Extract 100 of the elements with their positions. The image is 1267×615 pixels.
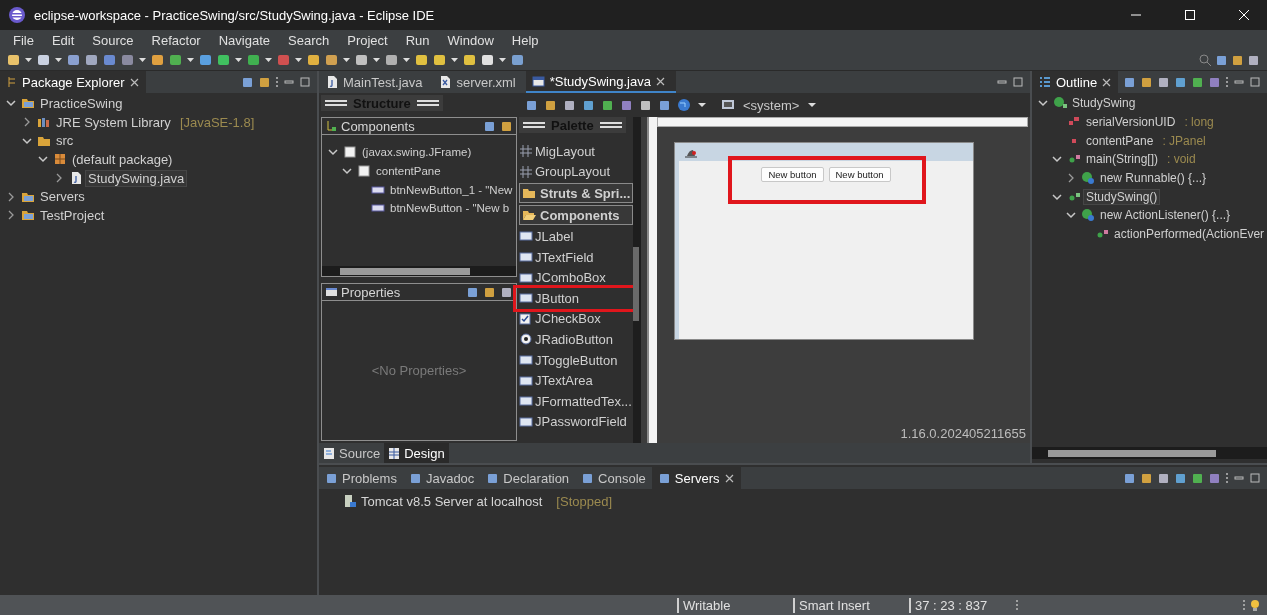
palette-item[interactable]: MigLayout <box>519 141 633 162</box>
view-icon[interactable] <box>408 471 422 485</box>
perspective-icon[interactable] <box>1247 53 1260 67</box>
tree-item[interactable]: TestProject <box>38 207 107 223</box>
designer-toolbar-icon[interactable] <box>658 98 671 112</box>
view-icon[interactable] <box>486 471 500 485</box>
view-toolbar-icon[interactable] <box>258 75 271 89</box>
outline-toolbar-icon[interactable] <box>1208 75 1221 89</box>
designer-toolbar-icon[interactable] <box>620 98 633 112</box>
properties-toolbar-icon[interactable] <box>500 285 513 299</box>
search-icon[interactable] <box>1198 53 1212 67</box>
toolbar-icon[interactable] <box>168 52 183 68</box>
server-name[interactable]: Tomcat v8.5 Server at localhost <box>361 493 543 509</box>
dropdown-caret-icon[interactable] <box>450 55 459 65</box>
toolbar-icon[interactable] <box>66 52 81 68</box>
tree-item[interactable]: src <box>54 133 76 149</box>
toolbar-icon[interactable] <box>6 52 21 68</box>
tree-item[interactable]: contentPane <box>1084 133 1156 148</box>
palette-item[interactable]: JTextArea <box>519 370 633 391</box>
view-tab[interactable]: Outline <box>1032 71 1119 93</box>
dropdown-caret-icon[interactable] <box>138 55 147 65</box>
view-toolbar-icon[interactable] <box>241 75 254 89</box>
toolbar-icon[interactable] <box>462 52 477 68</box>
tree-item[interactable]: StudySwing.java <box>86 170 187 186</box>
properties-toolbar-icon[interactable] <box>483 285 496 299</box>
expand-collapse-icon[interactable] <box>483 119 496 133</box>
close-icon[interactable] <box>128 76 140 88</box>
tree-item[interactable]: new Runnable() {...} <box>1098 171 1209 186</box>
more-icon[interactable] <box>1242 599 1246 611</box>
dropdown-caret-icon[interactable] <box>498 55 507 65</box>
toolbar-icon[interactable] <box>354 52 369 68</box>
perspective-icon[interactable] <box>1231 53 1244 67</box>
close-icon[interactable] <box>1101 76 1113 88</box>
outline-toolbar-icon[interactable] <box>1174 75 1187 89</box>
palette-item[interactable]: JButton <box>519 287 634 309</box>
designer-toolbar-icon[interactable] <box>639 98 652 112</box>
outline-toolbar-icon[interactable] <box>1123 75 1136 89</box>
view-tab[interactable]: Console <box>575 467 652 489</box>
menu-item[interactable]: Search <box>279 32 339 48</box>
dropdown-caret-icon[interactable] <box>24 55 33 65</box>
dropdown-caret-icon[interactable] <box>54 55 63 65</box>
perspective-icon[interactable] <box>1215 53 1228 67</box>
menu-item[interactable]: Project <box>338 32 397 48</box>
dropdown-caret-icon[interactable] <box>294 55 303 65</box>
outline-toolbar-icon[interactable] <box>1140 75 1153 89</box>
jframe-preview[interactable]: New button New button <box>674 142 974 340</box>
designer-toolbar-icon[interactable] <box>582 98 595 112</box>
dropdown-caret-icon[interactable] <box>234 55 243 65</box>
dropdown-caret-icon[interactable] <box>697 100 707 110</box>
view-tab[interactable]: Problems <box>319 467 403 489</box>
designer-toolbar-icon[interactable] <box>525 98 538 112</box>
palette-item[interactable]: JRadioButton <box>519 329 633 350</box>
palette-item[interactable]: GroupLayout <box>519 161 633 183</box>
view-tab[interactable]: Javadoc <box>402 467 481 489</box>
menu-item[interactable]: Window <box>438 32 503 48</box>
more-icon[interactable] <box>275 76 279 88</box>
designer-toolbar-icon[interactable] <box>563 98 576 112</box>
servers-toolbar-icon[interactable] <box>1140 471 1153 485</box>
maximize-icon[interactable] <box>1012 76 1024 88</box>
preview-button[interactable]: New button <box>828 167 891 182</box>
palette-item[interactable]: JCheckBox <box>519 308 633 330</box>
dropdown-caret-icon[interactable] <box>264 55 273 65</box>
palette-item[interactable]: JTextField <box>519 246 633 268</box>
lightbulb-icon[interactable] <box>1249 598 1261 612</box>
toolbar-icon[interactable] <box>480 52 495 68</box>
toolbar-icon[interactable] <box>510 52 525 68</box>
maximize-icon[interactable] <box>299 76 311 88</box>
editor-view-tab[interactable]: Design <box>384 443 449 463</box>
editor-tab[interactable]: *StudySwing.java <box>525 71 676 93</box>
view-tab[interactable]: Servers <box>651 467 741 489</box>
palette-item[interactable]: JToggleButton <box>519 349 633 371</box>
servers-toolbar-icon[interactable] <box>1123 471 1136 485</box>
scrollbar-thumb[interactable] <box>340 267 470 275</box>
menu-item[interactable]: Edit <box>42 32 84 48</box>
dropdown-caret-icon[interactable] <box>402 55 411 65</box>
designer-toolbar-icon[interactable] <box>544 98 557 112</box>
dropdown-caret-icon[interactable] <box>186 55 195 65</box>
tree-item[interactable]: main(String[]) <box>1084 152 1161 167</box>
toolbar-icon[interactable] <box>432 52 447 68</box>
properties-toolbar-icon[interactable] <box>466 285 479 299</box>
close-icon[interactable] <box>723 472 735 484</box>
view-icon[interactable] <box>325 471 338 485</box>
tree-item[interactable]: actionPerformed(ActionEver <box>1112 227 1267 242</box>
tree-item[interactable]: (javax.swing.JFrame) <box>360 146 474 159</box>
tree-item[interactable]: JRE System Library <box>54 114 173 130</box>
menu-item[interactable]: Run <box>396 32 439 48</box>
palette-item[interactable]: JComboBox <box>519 267 633 288</box>
look-and-feel-dropdown[interactable]: <system> <box>721 97 818 113</box>
servers-toolbar-icon[interactable] <box>1157 471 1170 485</box>
palette-item[interactable]: JLabel <box>519 226 633 247</box>
tree-item[interactable]: PracticeSwing <box>38 95 125 111</box>
tree-item[interactable]: contentPane <box>374 165 443 178</box>
menu-item[interactable]: Source <box>83 32 143 48</box>
view-tab[interactable]: Declaration <box>480 467 576 489</box>
preview-button[interactable]: New button <box>761 167 824 182</box>
scrollbar-thumb[interactable] <box>1048 449 1216 457</box>
palette-item[interactable]: JFormattedTex... <box>519 390 633 412</box>
tree-item[interactable]: new ActionListener() {...} <box>1098 208 1233 223</box>
toolbar-icon[interactable] <box>306 52 321 68</box>
toolbar-icon[interactable] <box>36 52 51 68</box>
